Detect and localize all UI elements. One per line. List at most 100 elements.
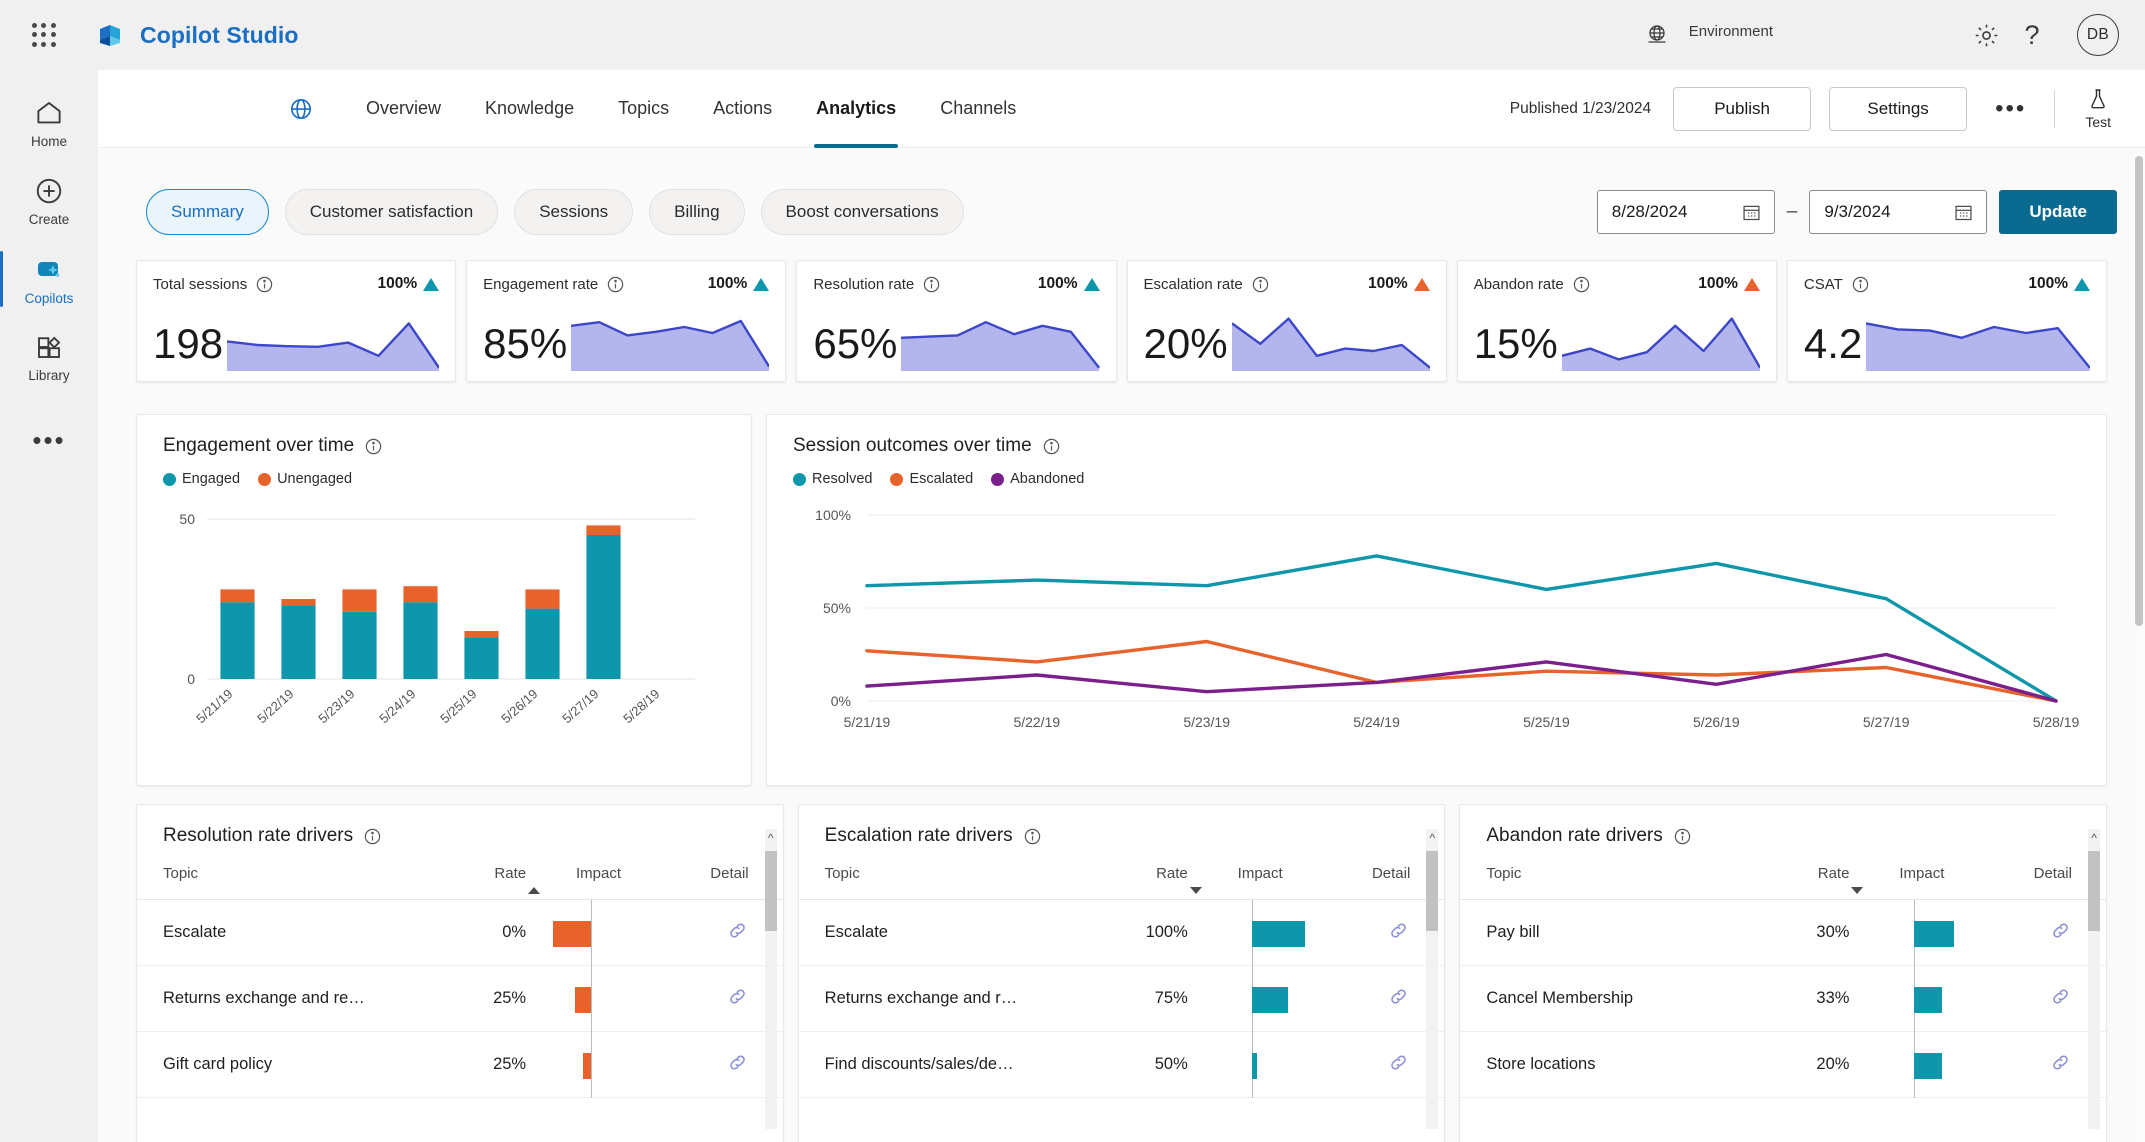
table-row[interactable]: Pay bill 30% <box>1460 899 2107 966</box>
table-scrollbar[interactable]: ^ <box>1426 829 1439 1129</box>
tab-topics[interactable]: Topics <box>596 70 691 148</box>
info-icon[interactable] <box>1572 275 1591 294</box>
column-header-impact[interactable]: Impact <box>526 865 655 882</box>
info-icon[interactable] <box>1042 437 1061 456</box>
scroll-up-icon[interactable]: ^ <box>765 829 777 847</box>
calendar-icon[interactable] <box>1741 202 1762 223</box>
sort-descending-icon[interactable] <box>1851 887 1864 894</box>
link-icon[interactable] <box>1387 985 1410 1008</box>
end-date-field[interactable]: 9/3/2024 <box>1809 190 1988 234</box>
legend-item-unengaged[interactable]: Unengaged <box>258 471 352 487</box>
calendar-icon[interactable] <box>1953 202 1974 223</box>
column-header-topic[interactable]: Topic <box>1486 865 1744 882</box>
legend-item-engaged[interactable]: Engaged <box>163 471 240 487</box>
sidebar-item-create[interactable]: Create <box>0 162 98 240</box>
table-row[interactable]: Cancel Membership 33% <box>1460 965 2107 1032</box>
legend-item-abandoned[interactable]: Abandoned <box>991 471 1084 487</box>
engagement-over-time-panel[interactable]: Engagement over time Engaged Unengaged 0… <box>136 414 752 786</box>
column-header-rate[interactable]: Rate <box>421 865 541 894</box>
link-icon[interactable] <box>726 985 749 1008</box>
info-icon[interactable] <box>1673 827 1692 846</box>
column-header-topic[interactable]: Topic <box>163 865 421 882</box>
help-icon[interactable]: ? <box>2009 12 2055 58</box>
info-icon[interactable] <box>1023 827 1042 846</box>
kpi-card[interactable]: Total sessions 100% 198 <box>136 260 457 382</box>
session-outcomes-panel[interactable]: Session outcomes over time Resolved Esca… <box>766 414 2107 786</box>
table-scrollbar[interactable]: ^ <box>764 829 777 1129</box>
pill-boost-conversations[interactable]: Boost conversations <box>760 189 964 235</box>
scroll-up-icon[interactable]: ^ <box>1426 829 1438 847</box>
link-icon[interactable] <box>2049 919 2072 942</box>
table-scrollbar-thumb[interactable] <box>1426 851 1439 931</box>
page-scrollbar[interactable] <box>2133 148 2145 1142</box>
update-button[interactable]: Update <box>1999 190 2117 234</box>
start-date-field[interactable]: 8/28/2024 <box>1596 190 1775 234</box>
table-row[interactable]: Escalate 0% <box>137 899 783 966</box>
more-commands-button[interactable]: ••• <box>1985 95 2036 123</box>
pill-sessions[interactable]: Sessions <box>514 189 634 235</box>
table-row[interactable]: Returns exchange and r… 75% <box>798 965 1445 1032</box>
table-scrollbar-thumb[interactable] <box>764 851 777 931</box>
info-icon[interactable] <box>606 275 625 294</box>
publish-button[interactable]: Publish <box>1673 86 1812 131</box>
sidebar-item-library[interactable]: Library <box>0 318 98 396</box>
table-row[interactable]: Gift card policy 25% <box>137 1031 783 1098</box>
info-icon[interactable] <box>1851 275 1870 294</box>
link-icon[interactable] <box>726 919 749 942</box>
table-row[interactable]: Find discounts/sales/de… 50% <box>798 1031 1445 1098</box>
column-header-impact[interactable]: Impact <box>1849 865 1978 882</box>
link-icon[interactable] <box>1387 919 1410 942</box>
column-header-rate[interactable]: Rate <box>1082 865 1202 894</box>
info-icon[interactable] <box>363 827 382 846</box>
sort-ascending-icon[interactable] <box>528 887 541 894</box>
column-header-detail[interactable]: Detail <box>1978 865 2072 882</box>
kpi-card[interactable]: Abandon rate 100% 15% <box>1456 260 1777 382</box>
brand-logo[interactable]: Copilot Studio <box>96 20 299 50</box>
link-icon[interactable] <box>726 1051 749 1074</box>
tab-channels[interactable]: Channels <box>918 70 1038 148</box>
pill-customer-satisfaction[interactable]: Customer satisfaction <box>284 189 499 235</box>
table-row[interactable]: Store locations 20% <box>1460 1031 2107 1098</box>
pill-billing[interactable]: Billing <box>649 189 745 235</box>
analytics-content: Summary Customer satisfaction Sessions B… <box>98 148 2145 1142</box>
tab-overview[interactable]: Overview <box>344 70 463 148</box>
test-button[interactable]: Test <box>2073 87 2123 130</box>
info-icon[interactable] <box>255 275 274 294</box>
sidebar-item-copilots[interactable]: Copilots <box>0 240 98 318</box>
avatar[interactable]: DB <box>2077 14 2119 56</box>
column-header-detail[interactable]: Detail <box>1317 865 1410 882</box>
kpi-card[interactable]: Resolution rate 100% 65% <box>796 260 1117 382</box>
page-scrollbar-thumb[interactable] <box>2135 156 2143 626</box>
table-scrollbar[interactable]: ^ <box>2088 829 2101 1129</box>
table-scrollbar-thumb[interactable] <box>2088 851 2101 931</box>
info-icon[interactable] <box>364 437 383 456</box>
legend-item-resolved[interactable]: Resolved <box>793 471 872 487</box>
sidebar-item-home[interactable]: Home <box>0 84 98 162</box>
table-row[interactable]: Returns exchange and re… 25% <box>137 965 783 1032</box>
info-icon[interactable] <box>922 275 941 294</box>
legend-item-escalated[interactable]: Escalated <box>890 471 973 487</box>
settings-button[interactable]: Settings <box>1829 86 1968 131</box>
column-header-rate[interactable]: Rate <box>1744 865 1864 894</box>
tab-actions[interactable]: Actions <box>691 70 794 148</box>
link-icon[interactable] <box>1387 1051 1410 1074</box>
table-row[interactable]: Escalate 100% <box>798 899 1445 966</box>
app-launcher-icon[interactable] <box>26 17 62 53</box>
environment-picker[interactable]: Environment <box>1643 21 1773 49</box>
kpi-card[interactable]: Engagement rate 100% 85% <box>466 260 787 382</box>
info-icon[interactable] <box>1251 275 1270 294</box>
tab-analytics[interactable]: Analytics <box>794 70 918 148</box>
link-icon[interactable] <box>2049 1051 2072 1074</box>
sort-descending-icon[interactable] <box>1189 887 1202 894</box>
scroll-up-icon[interactable]: ^ <box>2088 829 2100 847</box>
column-header-impact[interactable]: Impact <box>1188 865 1317 882</box>
tab-knowledge[interactable]: Knowledge <box>463 70 596 148</box>
gear-icon[interactable] <box>1963 12 2009 58</box>
sidebar-more-button[interactable]: ••• <box>0 410 98 470</box>
pill-summary[interactable]: Summary <box>146 189 269 235</box>
column-header-topic[interactable]: Topic <box>825 865 1083 882</box>
kpi-card[interactable]: CSAT 100% 4.2 <box>1786 260 2108 382</box>
kpi-card[interactable]: Escalation rate 100% 20% <box>1126 260 1447 382</box>
column-header-detail[interactable]: Detail <box>655 865 748 882</box>
link-icon[interactable] <box>2049 985 2072 1008</box>
